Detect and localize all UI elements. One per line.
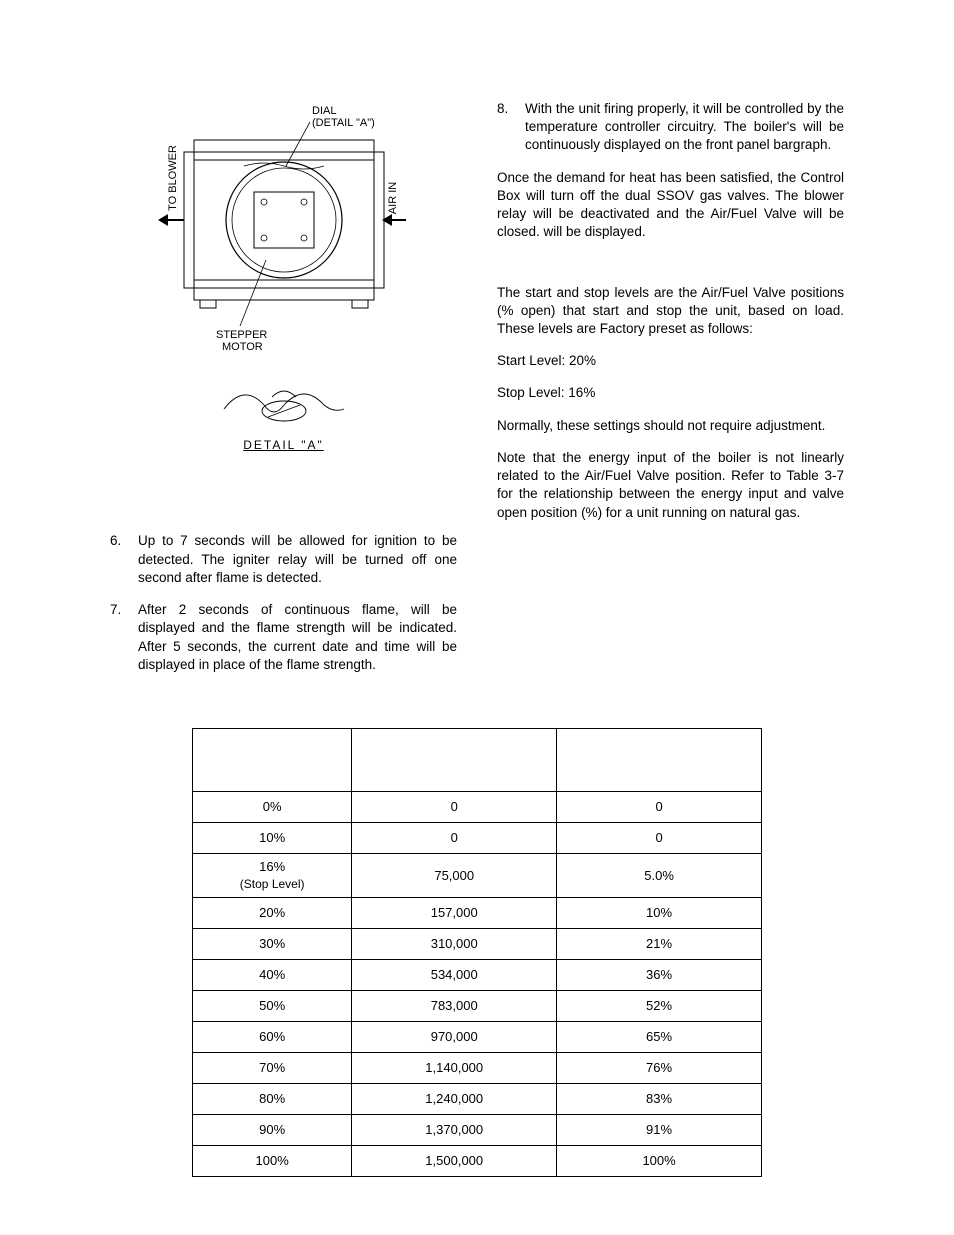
stop-level: Stop Level: 16% <box>497 384 844 402</box>
cell-position: 80% <box>193 1084 352 1115</box>
paragraph: Note that the energy input of the boiler… <box>497 449 844 522</box>
left-column: DIAL (DETAIL "A") <box>110 100 457 688</box>
cell-percent: 83% <box>557 1084 762 1115</box>
list-number: 7. <box>110 601 121 619</box>
label-stepper2: MOTOR <box>222 341 263 353</box>
label-detail: (DETAIL "A") <box>312 117 375 129</box>
numbered-list-left: 6. Up to 7 seconds will be allowed for i… <box>110 532 457 674</box>
cell-position: 40% <box>193 960 352 991</box>
cell-percent: 91% <box>557 1115 762 1146</box>
paragraph: The start and stop levels are the Air/Fu… <box>497 284 844 339</box>
diagram-svg: DIAL (DETAIL "A") <box>154 100 414 360</box>
cell-position: 90% <box>193 1115 352 1146</box>
col-header-2 <box>557 728 762 791</box>
cell-position: 10% <box>193 822 352 853</box>
list-text: With the unit firing properly, it will b… <box>525 101 844 152</box>
cell-btu: 0 <box>352 822 557 853</box>
cell-percent: 5.0% <box>557 853 762 897</box>
table-header-row <box>193 728 762 791</box>
list-item-7: 7. After 2 seconds of continuous flame, … <box>110 601 457 674</box>
figure-air-fuel-valve: DIAL (DETAIL "A") <box>154 100 414 452</box>
cell-percent: 0 <box>557 791 762 822</box>
paragraph: Normally, these settings should not requ… <box>497 417 844 435</box>
table-row: 80%1,240,00083% <box>193 1084 762 1115</box>
list-number: 8. <box>497 100 508 118</box>
cell-btu: 0 <box>352 791 557 822</box>
cell-btu: 1,370,000 <box>352 1115 557 1146</box>
label-dial: DIAL <box>312 105 336 117</box>
page: DIAL (DETAIL "A") <box>0 0 954 1235</box>
energy-input-table: 0%0010%0016%(Stop Level)75,0005.0%20%157… <box>192 728 762 1177</box>
cell-btu: 970,000 <box>352 1022 557 1053</box>
cell-btu: 157,000 <box>352 898 557 929</box>
cell-percent: 36% <box>557 960 762 991</box>
table-3-7: 0%0010%0016%(Stop Level)75,0005.0%20%157… <box>192 728 762 1177</box>
table-row: 40%534,00036% <box>193 960 762 991</box>
cell-position: 16%(Stop Level) <box>193 853 352 897</box>
table-row: 50%783,00052% <box>193 991 762 1022</box>
cell-percent: 65% <box>557 1022 762 1053</box>
table-body: 0%0010%0016%(Stop Level)75,0005.0%20%157… <box>193 791 762 1176</box>
cell-btu: 1,500,000 <box>352 1146 557 1177</box>
list-text: Up to 7 seconds will be allowed for igni… <box>138 533 457 584</box>
cell-btu: 310,000 <box>352 929 557 960</box>
table-row: 10%00 <box>193 822 762 853</box>
table-row: 16%(Stop Level)75,0005.0% <box>193 853 762 897</box>
list-text: After 2 seconds of continuous flame, wil… <box>138 602 457 672</box>
detail-caption: DETAIL "A" <box>154 439 414 452</box>
table-row: 0%00 <box>193 791 762 822</box>
table-row: 100%1,500,000100% <box>193 1146 762 1177</box>
label-stepper1: STEPPER <box>216 329 267 341</box>
list-number: 6. <box>110 532 121 550</box>
table-row: 70%1,140,00076% <box>193 1053 762 1084</box>
cell-percent: 76% <box>557 1053 762 1084</box>
table-row: 30%310,00021% <box>193 929 762 960</box>
table-row: 20%157,00010% <box>193 898 762 929</box>
detail-a-svg <box>214 375 354 435</box>
cell-btu: 1,140,000 <box>352 1053 557 1084</box>
cell-percent: 52% <box>557 991 762 1022</box>
two-column-layout: DIAL (DETAIL "A") <box>110 100 844 688</box>
numbered-list-right: 8. With the unit firing properly, it wil… <box>497 100 844 155</box>
start-level: Start Level: 20% <box>497 352 844 370</box>
cell-percent: 10% <box>557 898 762 929</box>
cell-position: 30% <box>193 929 352 960</box>
cell-position: 0% <box>193 791 352 822</box>
cell-btu: 783,000 <box>352 991 557 1022</box>
cell-percent: 0 <box>557 822 762 853</box>
label-to-blower: TO BLOWER <box>167 145 179 211</box>
cell-position: 20% <box>193 898 352 929</box>
cell-position: 60% <box>193 1022 352 1053</box>
list-item-8: 8. With the unit firing properly, it wil… <box>497 100 844 155</box>
cell-percent: 21% <box>557 929 762 960</box>
cell-btu: 534,000 <box>352 960 557 991</box>
list-item-6: 6. Up to 7 seconds will be allowed for i… <box>110 532 457 587</box>
right-column: 8. With the unit firing properly, it wil… <box>497 100 844 688</box>
table-row: 90%1,370,00091% <box>193 1115 762 1146</box>
label-air-in: AIR IN <box>387 182 399 214</box>
col-header-0 <box>193 728 352 791</box>
cell-position: 70% <box>193 1053 352 1084</box>
paragraph: Once the demand for heat has been satisf… <box>497 169 844 242</box>
cell-btu: 75,000 <box>352 853 557 897</box>
col-header-1 <box>352 728 557 791</box>
cell-btu: 1,240,000 <box>352 1084 557 1115</box>
cell-percent: 100% <box>557 1146 762 1177</box>
cell-position: 100% <box>193 1146 352 1177</box>
table-row: 60%970,00065% <box>193 1022 762 1053</box>
cell-position: 50% <box>193 991 352 1022</box>
